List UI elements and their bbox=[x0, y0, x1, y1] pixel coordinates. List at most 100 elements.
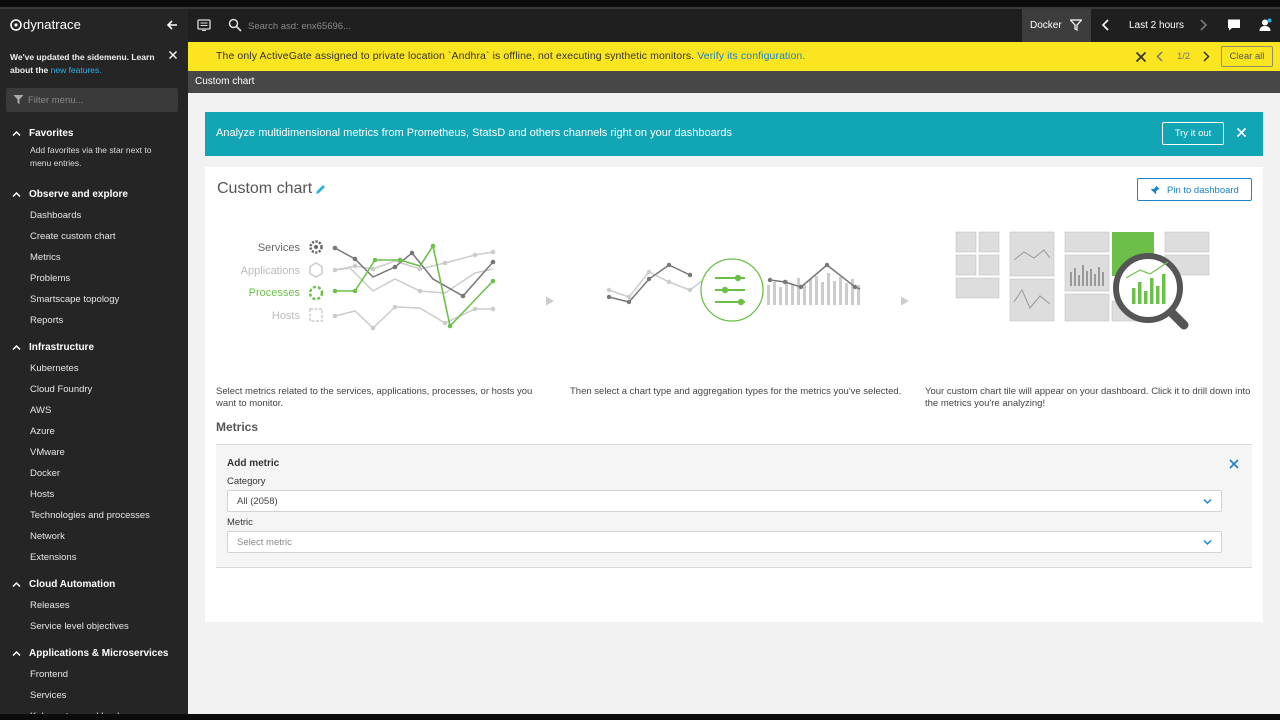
environment-icon[interactable] bbox=[197, 18, 211, 32]
chart-type-illustration bbox=[606, 258, 861, 322]
sidebar-item-service-level-objectives[interactable]: Service level objectives bbox=[0, 616, 188, 637]
warning-bar: The only ActiveGate assigned to private … bbox=[188, 42, 1280, 71]
step-1-text: Select metrics related to the services, … bbox=[216, 386, 533, 409]
page-title: Custom chart bbox=[217, 180, 313, 197]
sidebar-item-smartscape-topology[interactable]: Smartscape topology bbox=[0, 289, 188, 310]
sidebar-item-hosts[interactable]: Hosts bbox=[0, 484, 188, 505]
sidebar-item-releases[interactable]: Releases bbox=[0, 595, 188, 616]
collapse-sidebar-icon[interactable] bbox=[165, 18, 179, 32]
chevron-up-icon bbox=[12, 581, 21, 588]
sidebar-section-observe-and-explore[interactable]: Observe and explore bbox=[0, 184, 188, 205]
warning-next-icon[interactable] bbox=[1201, 50, 1211, 63]
timeframe-next-icon[interactable] bbox=[1197, 18, 1209, 32]
sidebar-item-kubernetes-workloads[interactable]: Kubernetes workloads bbox=[0, 706, 188, 714]
hosts-icon bbox=[309, 308, 323, 322]
metric-placeholder: Select metric bbox=[237, 537, 292, 548]
sidebar-item-kubernetes[interactable]: Kubernetes bbox=[0, 358, 188, 379]
add-metric-title: Add metric bbox=[227, 458, 280, 469]
filter-icon bbox=[13, 95, 24, 104]
services-gear-icon bbox=[309, 240, 323, 254]
select-metrics-illustration: Services Applications Processes Hosts bbox=[241, 240, 496, 331]
pin-to-dashboard-label: Pin to dashboard bbox=[1167, 185, 1239, 196]
window-bottom-edge bbox=[0, 714, 1280, 720]
docker-filter-button[interactable]: Docker bbox=[1022, 9, 1091, 42]
category-select[interactable]: All (2058) bbox=[227, 490, 1222, 512]
prometheus-banner: Analyze multidimensional metrics from Pr… bbox=[205, 112, 1263, 156]
sidebar: dynatrace We've updated the sidemenu. Le… bbox=[0, 9, 188, 714]
illus-label-hosts: Hosts bbox=[272, 310, 301, 322]
warning-message: The only ActiveGate assigned to private … bbox=[216, 50, 805, 62]
window-top-edge bbox=[0, 0, 1280, 9]
warning-pager: 1/2 bbox=[1177, 51, 1191, 62]
search-input[interactable] bbox=[248, 16, 648, 36]
sidebar-section-cloud-automation[interactable]: Cloud Automation bbox=[0, 574, 188, 595]
sidebar-item-dashboards[interactable]: Dashboards bbox=[0, 205, 188, 226]
timeframe-selector[interactable]: Last 2 hours bbox=[1129, 20, 1184, 31]
sidebar-item-frontend[interactable]: Frontend bbox=[0, 664, 188, 685]
sidebar-item-metrics[interactable]: Metrics bbox=[0, 247, 188, 268]
close-notice-icon[interactable] bbox=[168, 50, 178, 60]
sidebar-item-docker[interactable]: Docker bbox=[0, 463, 188, 484]
filter-menu bbox=[6, 88, 178, 112]
sidebar-item-network[interactable]: Network bbox=[0, 526, 188, 547]
new-features-link[interactable]: new features. bbox=[51, 65, 102, 75]
banner-text: Analyze multidimensional metrics from Pr… bbox=[216, 127, 733, 139]
sidebar-item-create-custom-chart[interactable]: Create custom chart bbox=[0, 226, 188, 247]
category-value: All (2058) bbox=[237, 496, 278, 507]
sidebar-item-vmware[interactable]: VMware bbox=[0, 442, 188, 463]
dashboard-tile-illustration bbox=[955, 231, 1210, 330]
docker-filter-label: Docker bbox=[1030, 20, 1062, 31]
chevron-up-icon bbox=[12, 650, 21, 657]
remove-metric-icon[interactable] bbox=[1229, 459, 1239, 469]
clear-all-button[interactable]: Clear all bbox=[1221, 46, 1273, 67]
sidebar-item-technologies-and-processes[interactable]: Technologies and processes bbox=[0, 505, 188, 526]
metric-select[interactable]: Select metric bbox=[227, 531, 1222, 553]
sidebar-item-reports[interactable]: Reports bbox=[0, 310, 188, 331]
close-banner-icon[interactable] bbox=[1236, 127, 1247, 138]
add-metric-section: Add metric Category All (2058) Metric Se… bbox=[216, 444, 1252, 568]
metric-label: Metric bbox=[227, 517, 253, 528]
app-logo-text: dynatrace bbox=[23, 17, 81, 32]
dynatrace-logo-icon bbox=[10, 19, 22, 31]
applications-hexagon-icon bbox=[309, 262, 323, 278]
verify-configuration-link[interactable]: Verify its configuration. bbox=[697, 50, 805, 62]
sidebar-item-aws[interactable]: AWS bbox=[0, 400, 188, 421]
breadcrumb-custom-chart[interactable]: Custom chart bbox=[195, 76, 254, 87]
chevron-up-icon bbox=[12, 130, 21, 137]
pin-to-dashboard-button[interactable]: Pin to dashboard bbox=[1137, 178, 1252, 201]
user-icon[interactable] bbox=[1258, 18, 1272, 32]
illus-label-services: Services bbox=[258, 242, 301, 254]
sidebar-section-favorites[interactable]: Favorites bbox=[0, 123, 188, 144]
edit-title-icon[interactable] bbox=[314, 183, 327, 196]
custom-chart-panel: Custom chart Pin to dashboard Services A… bbox=[205, 167, 1263, 622]
sidebar-item-problems[interactable]: Problems bbox=[0, 268, 188, 289]
sidebar-item-azure[interactable]: Azure bbox=[0, 421, 188, 442]
pin-icon bbox=[1150, 185, 1160, 195]
close-warning-icon[interactable] bbox=[1135, 51, 1147, 63]
sidebar-item-services[interactable]: Services bbox=[0, 685, 188, 706]
top-bar: Docker Last 2 hours bbox=[188, 9, 1280, 42]
chevron-down-icon bbox=[1203, 540, 1212, 545]
chevron-up-icon bbox=[12, 344, 21, 351]
sidebar-item-extensions[interactable]: Extensions bbox=[0, 547, 188, 568]
messages-icon[interactable] bbox=[1227, 18, 1241, 32]
sidebar-section-title: Cloud Automation bbox=[29, 579, 116, 590]
sidemenu-update-notice: We've updated the sidemenu. Learn about … bbox=[10, 51, 160, 77]
sidebar-nav: Favorites Add favorites via the star next… bbox=[0, 123, 188, 714]
try-it-out-button[interactable]: Try it out bbox=[1162, 122, 1224, 145]
chevron-down-icon bbox=[1203, 499, 1212, 504]
sidebar-section-applications-microservices[interactable]: Applications & Microservices bbox=[0, 643, 188, 664]
sidebar-section-infrastructure[interactable]: Infrastructure bbox=[0, 337, 188, 358]
timeframe-prev-icon[interactable] bbox=[1100, 18, 1112, 32]
filter-menu-input[interactable] bbox=[28, 91, 173, 109]
main-content: Analyze multidimensional metrics from Pr… bbox=[188, 93, 1280, 714]
warning-text: The only ActiveGate assigned to private … bbox=[216, 50, 695, 62]
sidebar-item-cloud-foundry[interactable]: Cloud Foundry bbox=[0, 379, 188, 400]
step-arrow-icon bbox=[901, 296, 909, 306]
processes-icon bbox=[308, 285, 324, 301]
metrics-heading: Metrics bbox=[216, 420, 259, 434]
warning-prev-icon[interactable] bbox=[1155, 50, 1165, 63]
sidebar-section-title: Infrastructure bbox=[29, 342, 95, 353]
magnifier-icon bbox=[1113, 253, 1183, 323]
search-icon bbox=[228, 18, 242, 32]
